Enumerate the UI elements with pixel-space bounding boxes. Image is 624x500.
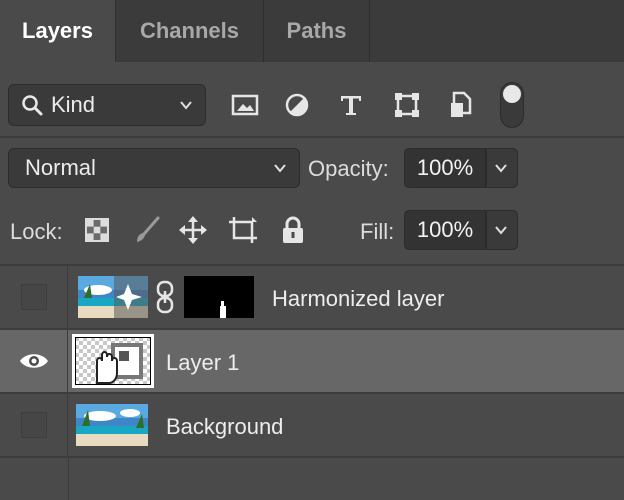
adjustment-filter-icon[interactable] xyxy=(280,88,314,122)
visibility-off-box xyxy=(20,284,47,310)
tab-channels[interactable]: Channels xyxy=(116,0,264,62)
shape-filter-icon[interactable] xyxy=(390,88,424,122)
layer-name: Background xyxy=(166,414,284,439)
blend-mode-value: Normal xyxy=(25,155,96,180)
opacity-label: Opacity: xyxy=(308,156,389,181)
tab-layers[interactable]: Layers xyxy=(0,0,116,62)
fill-dropdown-button[interactable] xyxy=(486,210,518,250)
lock-transparent-pixels-icon[interactable] xyxy=(80,212,114,248)
smart-object-filter-icon[interactable] xyxy=(444,88,478,122)
filter-kind-label: Kind xyxy=(51,92,96,117)
opacity-dropdown-button[interactable] xyxy=(486,148,518,188)
fill-input[interactable]: 100% xyxy=(404,210,486,250)
chevron-down-icon xyxy=(495,164,507,173)
layer-mask-thumbnail[interactable] xyxy=(184,276,254,318)
chevron-down-icon xyxy=(495,226,507,235)
filter-toggle-knob xyxy=(503,85,521,103)
layer-name: Layer 1 xyxy=(166,350,240,375)
chain-link-icon[interactable] xyxy=(154,280,176,314)
divider xyxy=(0,456,624,458)
divider xyxy=(68,458,69,500)
type-filter-icon[interactable] xyxy=(334,88,368,122)
visibility-off-box xyxy=(20,412,47,438)
filter-kind-select[interactable]: Kind xyxy=(8,84,206,126)
layer-row-layer-1[interactable]: Layer 1 xyxy=(0,330,624,392)
layer-thumbnail xyxy=(72,334,154,388)
layer-row-harmonized[interactable]: Harmonized layer xyxy=(0,266,624,328)
lock-all-icon[interactable] xyxy=(276,212,310,248)
lock-label: Lock: xyxy=(10,219,63,244)
blend-mode-select[interactable]: Normal xyxy=(8,148,300,188)
panel-tab-bar: Layers Channels Paths xyxy=(0,0,624,62)
lock-position-icon[interactable] xyxy=(176,212,210,248)
filter-toggle-switch[interactable] xyxy=(500,82,524,128)
layer-thumbnail xyxy=(78,276,148,318)
layer-thumbnail xyxy=(76,404,148,446)
layer-row-background[interactable]: Background xyxy=(0,394,624,456)
fill-label: Fill: xyxy=(360,219,395,244)
tab-paths[interactable]: Paths xyxy=(264,0,370,62)
lock-image-pixels-icon[interactable] xyxy=(130,212,164,248)
chevron-down-icon xyxy=(180,101,192,110)
image-filter-icon[interactable] xyxy=(228,88,262,122)
chevron-down-icon xyxy=(274,164,286,173)
eye-icon xyxy=(19,354,48,368)
prevent-autonest-icon[interactable] xyxy=(226,212,260,248)
search-icon xyxy=(22,95,43,116)
divider xyxy=(0,136,624,138)
opacity-input[interactable]: 100% xyxy=(404,148,486,188)
visibility-toggle[interactable] xyxy=(0,394,68,456)
visibility-toggle[interactable] xyxy=(0,266,68,328)
visibility-toggle[interactable] xyxy=(0,330,68,392)
layer-name: Harmonized layer xyxy=(272,286,445,311)
